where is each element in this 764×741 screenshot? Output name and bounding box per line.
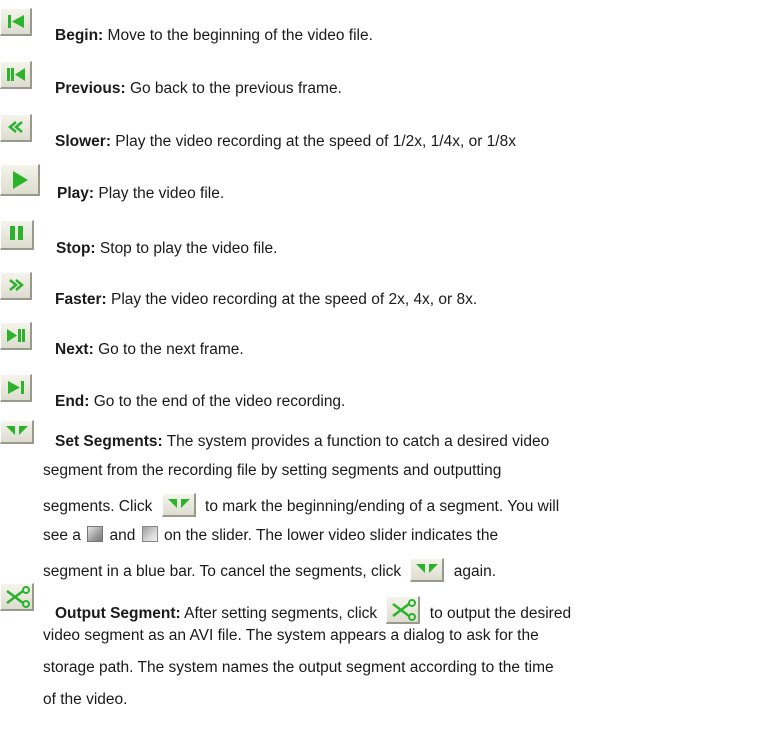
item-description: on the slider. The lower video slider in… [164, 527, 499, 544]
item-description: Go to the end of the video recording. [93, 393, 346, 410]
item-description: of the video. [43, 691, 128, 708]
segment-begin-marker-icon [87, 526, 104, 542]
item-description: Play the video recording at the speed of… [111, 291, 478, 308]
item-description: segment in a blue bar. To cancel the seg… [43, 563, 402, 580]
faster-icon [0, 272, 32, 300]
item-title: Previous: [55, 80, 126, 97]
item-description: segments. Click [43, 498, 153, 515]
begin-icon [0, 8, 32, 36]
item-description: to output the desired [429, 605, 572, 622]
item-description: to mark the beginning/ending of a segmen… [205, 498, 560, 515]
item-description: segment from the recording file by setti… [43, 462, 502, 479]
playback-controls-help: Begin: Move to the beginning of the vide… [0, 0, 764, 741]
item-title: End: [55, 393, 90, 410]
item-description: again. [453, 563, 496, 580]
segment-end-marker-icon [141, 526, 158, 542]
set-segments-icon [161, 493, 196, 517]
item-description: Play the video file. [98, 185, 225, 202]
set-segments-icon [0, 420, 34, 444]
item-description: Move to the beginning of the video file. [107, 27, 373, 44]
item-title: Slower: [55, 133, 111, 150]
item-title: Begin: [55, 27, 104, 44]
item-description: Go to the next frame. [98, 341, 244, 358]
output-segment-icon [0, 583, 34, 611]
previous-icon [0, 61, 32, 89]
item-title: Next: [55, 341, 94, 358]
item-title: Play: [57, 185, 95, 202]
next-icon [0, 322, 32, 350]
item-description: and [109, 527, 136, 544]
item-description: After setting segments, click [184, 605, 378, 622]
end-icon [0, 374, 32, 402]
item-description: Go back to the previous frame. [129, 80, 342, 97]
set-segments-icon [410, 558, 445, 582]
item-description: Play the video recording at the speed of… [115, 133, 516, 150]
item-description: video segment as an AVI file. The system… [43, 627, 539, 644]
slower-icon [0, 114, 32, 142]
item-description: see a [43, 527, 81, 544]
item-description: storage path. The system names the outpu… [43, 659, 554, 676]
item-title: Set Segments: [55, 433, 163, 450]
item-description: Stop to play the video file. [99, 240, 278, 257]
play-icon [0, 164, 40, 196]
item-description: The system provides a function to catch … [166, 433, 550, 450]
output-segment-icon [386, 596, 421, 624]
item-title: Stop: [56, 240, 96, 257]
item-title: Faster: [55, 291, 107, 308]
item-title: Output Segment: [55, 605, 181, 622]
stop-icon [0, 220, 34, 250]
